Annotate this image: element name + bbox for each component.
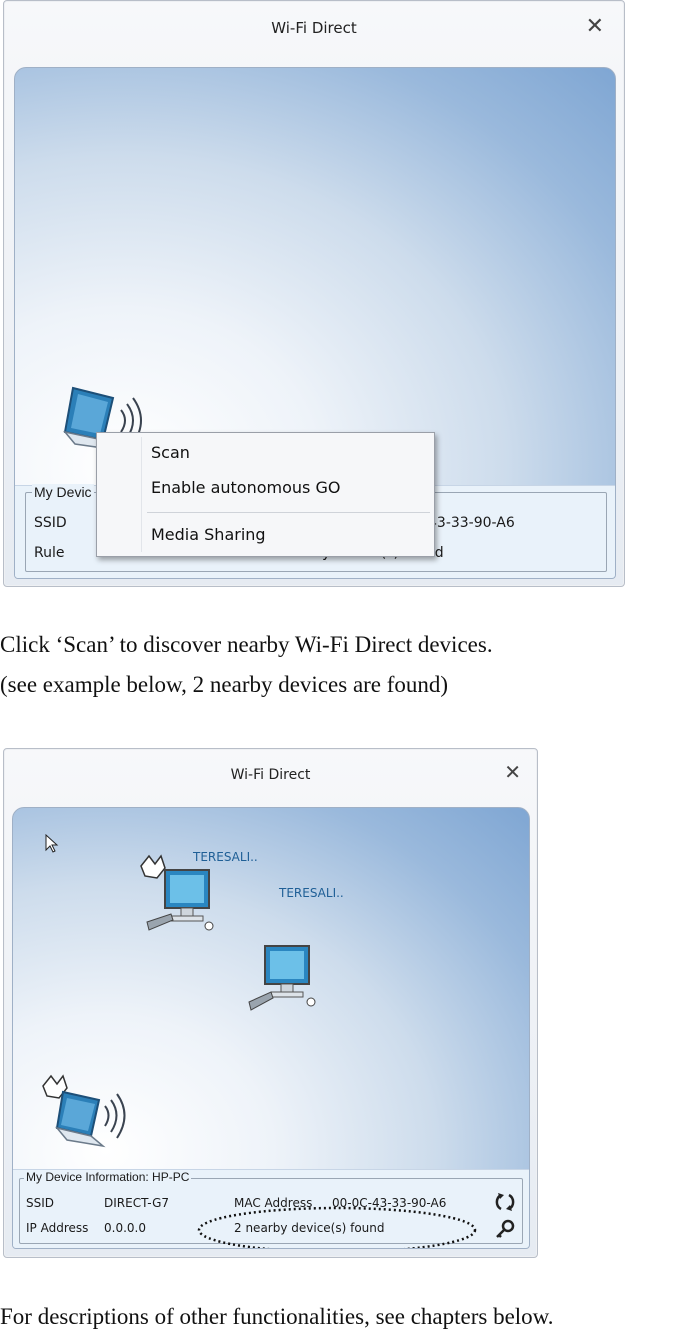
device-info-legend: My Devic — [32, 484, 94, 500]
footer-text: For descriptions of other functionalitie… — [0, 1304, 554, 1329]
instruction-line-1: Click ‘Scan’ to discover nearby Wi-Fi Di… — [0, 632, 493, 657]
context-menu: Scan Enable autonomous GO Media Sharing — [96, 432, 435, 557]
ssid-label: SSID — [34, 515, 67, 531]
my-device-laptop-icon[interactable] — [41, 1070, 133, 1154]
device-info-legend: My Device Information: HP-PC — [24, 1170, 192, 1184]
menu-item-media-sharing[interactable]: Media Sharing — [151, 525, 266, 544]
nearby-device-name: TERESALI.. — [193, 850, 258, 864]
nearby-device-name: TERESALI.. — [279, 886, 344, 900]
nearby-device-pc-icon[interactable] — [137, 852, 217, 938]
device-info-panel: My Device Information: HP-PC SSID DIRECT… — [13, 1169, 529, 1248]
mac-value: 43-33-90-A6 — [428, 515, 515, 531]
ip-address-value: 0.0.0.0 — [104, 1221, 146, 1235]
ssid-label: SSID — [26, 1196, 55, 1210]
menu-item-scan[interactable]: Scan — [151, 443, 190, 462]
nearby-device-pc-icon[interactable] — [245, 928, 325, 1014]
key-icon[interactable] — [494, 1219, 516, 1241]
close-button[interactable]: ✕ — [586, 15, 604, 37]
instruction-line-2: (see example below, 2 nearby devices are… — [0, 672, 449, 697]
highlight-ellipse — [197, 1206, 477, 1248]
dialog-title: Wi-Fi Direct — [271, 19, 357, 37]
refresh-icon[interactable] — [494, 1191, 516, 1213]
mouse-cursor-icon — [45, 834, 59, 853]
wifi-direct-dialog-scan-result: Wi-Fi Direct ✕ TERESALI.. TERESALI.. My … — [3, 748, 538, 1258]
menu-gutter — [141, 437, 142, 552]
menu-separator — [147, 512, 430, 513]
device-map-canvas: TERESALI.. TERESALI.. My Device Informat… — [12, 807, 530, 1249]
close-button[interactable]: ✕ — [504, 763, 521, 783]
dialog-title: Wi-Fi Direct — [230, 767, 311, 783]
ip-address-label: IP Address — [26, 1221, 89, 1235]
menu-item-enable-autonomous-go[interactable]: Enable autonomous GO — [151, 478, 340, 497]
rule-label: Rule — [34, 545, 65, 561]
device-info-group: My Device Information: HP-PC SSID DIRECT… — [19, 1170, 523, 1248]
ssid-value: DIRECT-G7 — [104, 1196, 170, 1210]
